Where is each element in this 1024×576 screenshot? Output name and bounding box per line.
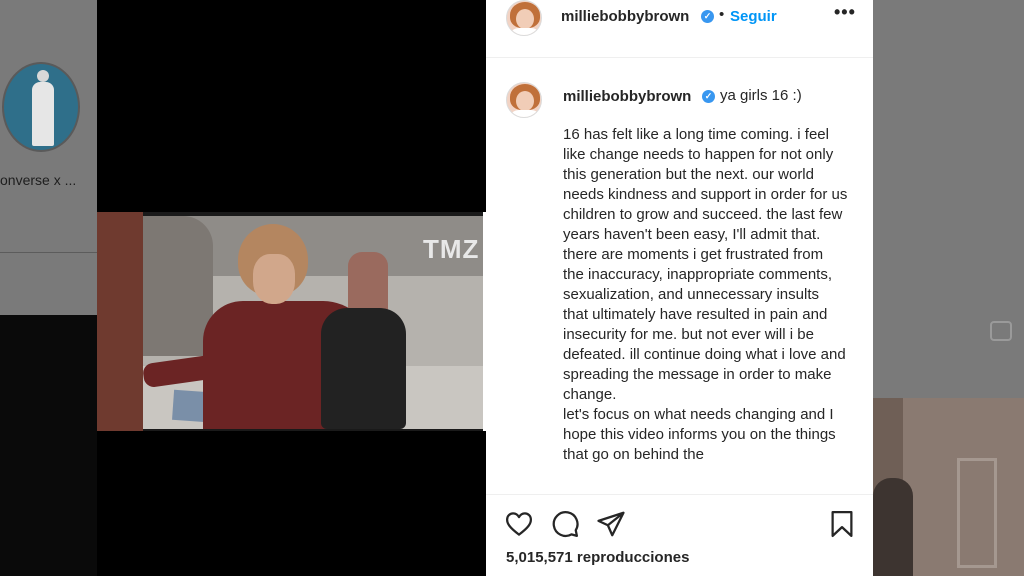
header-dot-separator: • [719,6,725,23]
video-sign-text: TMZ [423,234,480,264]
background-right-photo [873,398,1024,576]
video-frame[interactable]: TMZ [97,212,486,431]
more-options-icon[interactable]: ••• [834,2,856,23]
author-avatar[interactable] [506,0,542,36]
caption-author-username[interactable]: milliebobbybrown [563,88,691,105]
verified-badge-icon: ✓ [701,10,714,23]
views-count[interactable]: 5,015,571 reproducciones [506,549,689,566]
post-panel: milliebobbybrown ✓ • Seguir ••• milliebo… [486,0,873,576]
heart-icon[interactable] [504,509,534,539]
follow-button[interactable]: Seguir [730,8,777,25]
video-scene-image: TMZ [143,216,483,429]
caption-author-avatar[interactable] [506,82,542,118]
caption-short-text: ya girls 16 :) [720,87,802,104]
share-icon[interactable] [596,509,626,539]
background-dark-area [0,315,97,576]
caption-paragraph-1: 16 has felt like a long time coming. i f… [563,126,848,403]
caption-area[interactable]: milliebobbybrown ✓ ya girls 16 :) 16 has… [486,58,873,494]
background-profile-avatar [2,62,80,152]
video-player[interactable]: TMZ [97,0,486,576]
bookmark-icon[interactable] [827,509,857,539]
caption-body: 16 has felt like a long time coming. i f… [563,125,848,465]
caption-paragraph-2: let's focus on what needs changing and I… [563,406,836,463]
background-camera-icon [990,321,1012,341]
caption-verified-badge-icon: ✓ [702,90,715,103]
author-username[interactable]: milliebobbybrown [561,8,689,25]
background-divider [0,252,97,253]
post-actions-bar: 5,015,571 reproducciones [486,494,873,576]
background-profile-label: onverse x ... [0,172,77,188]
post-header: milliebobbybrown ✓ • Seguir ••• [486,0,873,58]
comment-icon[interactable] [550,509,580,539]
